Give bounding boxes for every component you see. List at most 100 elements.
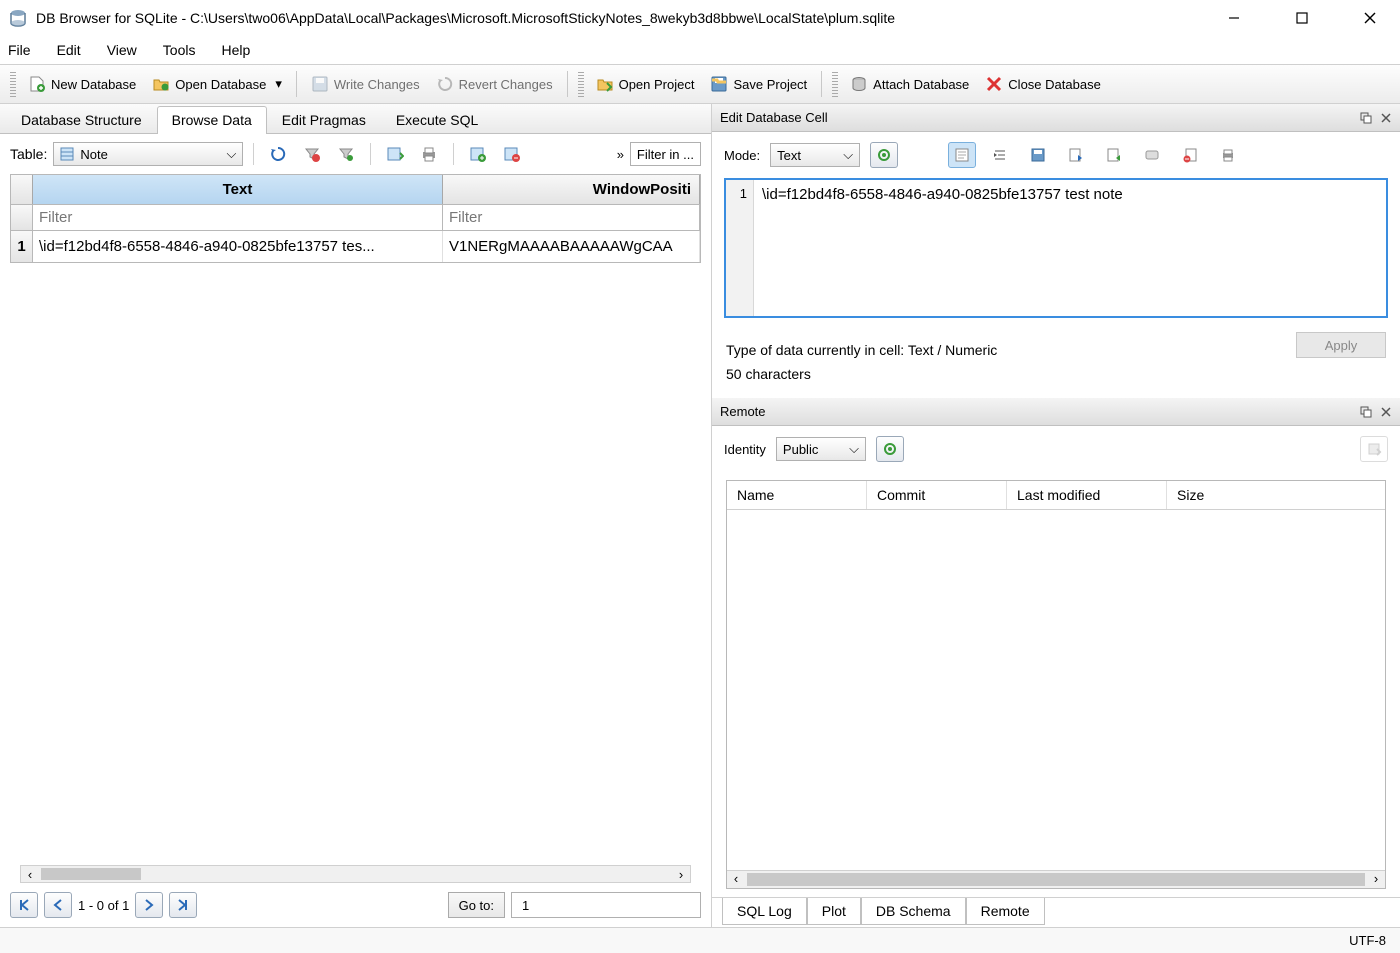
settings-button[interactable] xyxy=(870,142,898,168)
data-grid[interactable]: Text WindowPositi Filter Filter 1 \id=f1… xyxy=(10,174,701,263)
table-icon xyxy=(60,147,74,161)
type-info: Type of data currently in cell: Text / N… xyxy=(712,332,1011,364)
panel-undock-icon[interactable] xyxy=(1360,112,1372,124)
tab-db-schema[interactable]: DB Schema xyxy=(861,898,966,925)
cell-windowposition[interactable]: V1NERgMAAAABAAAAAWgCAA xyxy=(443,231,700,262)
goto-input[interactable]: 1 xyxy=(511,892,701,918)
goto-button[interactable]: Go to: xyxy=(448,892,505,918)
menu-view[interactable]: View xyxy=(107,42,137,58)
last-page-button[interactable] xyxy=(169,892,197,918)
identity-select[interactable]: Public⌵ xyxy=(776,437,866,461)
mode-select[interactable]: Text⌵ xyxy=(770,143,860,167)
tab-edit-pragmas[interactable]: Edit Pragmas xyxy=(267,106,381,134)
tab-plot[interactable]: Plot xyxy=(807,898,861,925)
apply-button[interactable]: Apply xyxy=(1296,332,1386,358)
revert-changes-button[interactable]: Revert Changes xyxy=(428,70,561,98)
scroll-thumb[interactable] xyxy=(41,868,141,880)
scroll-right-icon[interactable]: › xyxy=(672,866,690,882)
tab-database-structure[interactable]: Database Structure xyxy=(6,106,157,134)
push-button[interactable] xyxy=(1360,436,1388,462)
remote-col-lastmod[interactable]: Last modified xyxy=(1007,481,1167,509)
open-database-button[interactable]: Open Database ▾ xyxy=(144,70,290,98)
remote-table[interactable]: Name Commit Last modified Size ‹ › xyxy=(726,480,1386,889)
column-header-text[interactable]: Text xyxy=(33,175,443,204)
chevron-down-icon: ⌵ xyxy=(849,441,859,457)
minimize-button[interactable] xyxy=(1212,3,1256,33)
cell-editor[interactable]: 1 \id=f12bd4f8-6558-4846-a940-0825bfe137… xyxy=(724,178,1388,318)
pager: 1 - 0 of 1 Go to: 1 xyxy=(0,883,711,927)
scroll-left-icon[interactable]: ‹ xyxy=(21,866,39,882)
save-button[interactable] xyxy=(1024,142,1052,168)
tab-execute-sql[interactable]: Execute SQL xyxy=(381,106,494,134)
delete-row-button[interactable] xyxy=(498,141,526,167)
refresh-button[interactable] xyxy=(264,141,292,167)
print-cell-button[interactable] xyxy=(1214,142,1242,168)
tab-remote[interactable]: Remote xyxy=(966,898,1045,925)
save-project-button[interactable]: Save Project xyxy=(702,70,815,98)
remote-hscroll[interactable]: ‹ › xyxy=(727,870,1385,888)
new-database-button[interactable]: New Database xyxy=(20,70,144,98)
null-button[interactable] xyxy=(1138,142,1166,168)
export-cell-button[interactable] xyxy=(1100,142,1128,168)
remote-col-commit[interactable]: Commit xyxy=(867,481,1007,509)
editor-content[interactable]: \id=f12bd4f8-6558-4846-a940-0825bfe13757… xyxy=(754,180,1386,316)
attach-database-button[interactable]: Attach Database xyxy=(842,70,977,98)
toolbar-grip[interactable] xyxy=(578,71,584,97)
text-mode-button[interactable] xyxy=(948,142,976,168)
remote-col-name[interactable]: Name xyxy=(727,481,867,509)
open-project-icon xyxy=(596,75,614,93)
scroll-thumb[interactable] xyxy=(747,873,1365,886)
horizontal-scrollbar[interactable]: ‹ › xyxy=(20,865,691,883)
edit-cell-panel: Edit Database Cell Mode: Text⌵ xyxy=(712,104,1400,388)
open-project-button[interactable]: Open Project xyxy=(588,70,703,98)
save-filter-button[interactable] xyxy=(332,141,360,167)
prev-page-button[interactable] xyxy=(44,892,72,918)
statusbar: UTF-8 xyxy=(0,927,1400,953)
menu-file[interactable]: File xyxy=(8,42,31,58)
export-button[interactable] xyxy=(381,141,409,167)
tab-sql-log[interactable]: SQL Log xyxy=(722,898,807,925)
pager-status: 1 - 0 of 1 xyxy=(78,898,129,913)
scroll-right-icon[interactable]: › xyxy=(1367,871,1385,888)
column-header-windowposition[interactable]: WindowPositi xyxy=(443,175,700,204)
save-project-icon xyxy=(710,75,728,93)
next-page-button[interactable] xyxy=(135,892,163,918)
bottom-tabs: SQL Log Plot DB Schema Remote xyxy=(712,897,1400,927)
remote-col-size[interactable]: Size xyxy=(1167,481,1385,509)
tab-browse-data[interactable]: Browse Data xyxy=(157,106,267,134)
write-changes-icon xyxy=(311,75,329,93)
insert-row-button[interactable] xyxy=(464,141,492,167)
panel-close-icon[interactable] xyxy=(1380,406,1392,418)
maximize-button[interactable] xyxy=(1280,3,1324,33)
toolbar-grip[interactable] xyxy=(10,71,16,97)
panel-close-icon[interactable] xyxy=(1380,112,1392,124)
close-button[interactable] xyxy=(1348,3,1392,33)
column-filter-windowposition[interactable]: Filter xyxy=(443,205,700,230)
column-filter-text[interactable]: Filter xyxy=(33,205,443,230)
panel-undock-icon[interactable] xyxy=(1360,406,1372,418)
close-database-icon xyxy=(985,75,1003,93)
filter-input[interactable]: Filter in ... xyxy=(630,142,701,166)
close-database-button[interactable]: Close Database xyxy=(977,70,1109,98)
remote-title: Remote xyxy=(720,404,766,419)
identity-settings-button[interactable] xyxy=(876,436,904,462)
row-number-header[interactable] xyxy=(11,175,33,204)
import-button[interactable] xyxy=(1062,142,1090,168)
app-icon xyxy=(8,8,28,28)
menu-help[interactable]: Help xyxy=(221,42,250,58)
print-button[interactable] xyxy=(415,141,443,167)
filter-chevron: » xyxy=(617,147,624,162)
menu-tools[interactable]: Tools xyxy=(163,42,196,58)
toolbar-grip[interactable] xyxy=(832,71,838,97)
first-page-button[interactable] xyxy=(10,892,38,918)
write-changes-button[interactable]: Write Changes xyxy=(303,70,428,98)
table-label: Table: xyxy=(10,146,47,162)
delete-content-button[interactable] xyxy=(1176,142,1204,168)
scroll-left-icon[interactable]: ‹ xyxy=(727,871,745,888)
indent-button[interactable] xyxy=(986,142,1014,168)
table-row[interactable]: 1 \id=f12bd4f8-6558-4846-a940-0825bfe137… xyxy=(11,230,700,262)
menu-edit[interactable]: Edit xyxy=(57,42,81,58)
table-select[interactable]: Note ⌵ xyxy=(53,142,243,166)
clear-filter-button[interactable] xyxy=(298,141,326,167)
cell-text[interactable]: \id=f12bd4f8-6558-4846-a940-0825bfe13757… xyxy=(33,231,443,262)
